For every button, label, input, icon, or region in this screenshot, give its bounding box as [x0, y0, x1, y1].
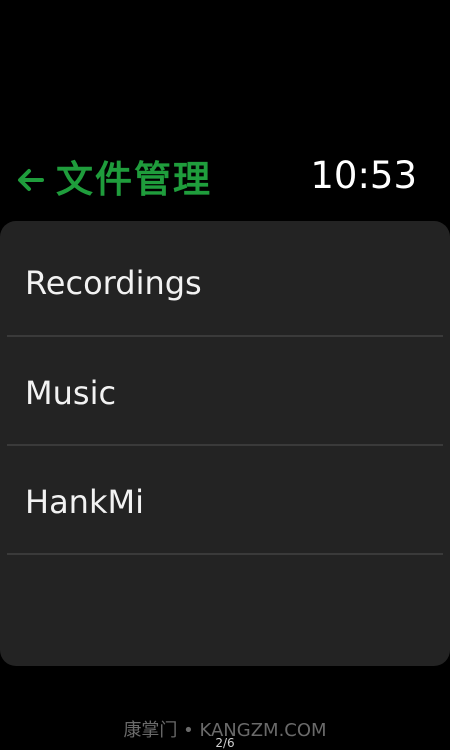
- list-item-label: Music: [25, 374, 117, 412]
- page-title: 文件管理: [56, 158, 212, 201]
- status-time: 10:53: [310, 154, 417, 197]
- page-indicator: 2/6: [215, 736, 235, 750]
- arrow-left-icon: [18, 169, 44, 191]
- list-item-hankmi[interactable]: HankMi: [7, 446, 443, 555]
- back-button[interactable]: 文件管理: [14, 150, 212, 210]
- list-item-music[interactable]: Music: [7, 337, 443, 446]
- list-item-recordings[interactable]: Recordings: [7, 227, 443, 337]
- header-bar: 文件管理 10:53: [0, 150, 450, 210]
- file-list: Recordings Music HankMi: [0, 221, 450, 666]
- list-item-label: Recordings: [25, 264, 202, 302]
- list-item-label: HankMi: [25, 483, 144, 521]
